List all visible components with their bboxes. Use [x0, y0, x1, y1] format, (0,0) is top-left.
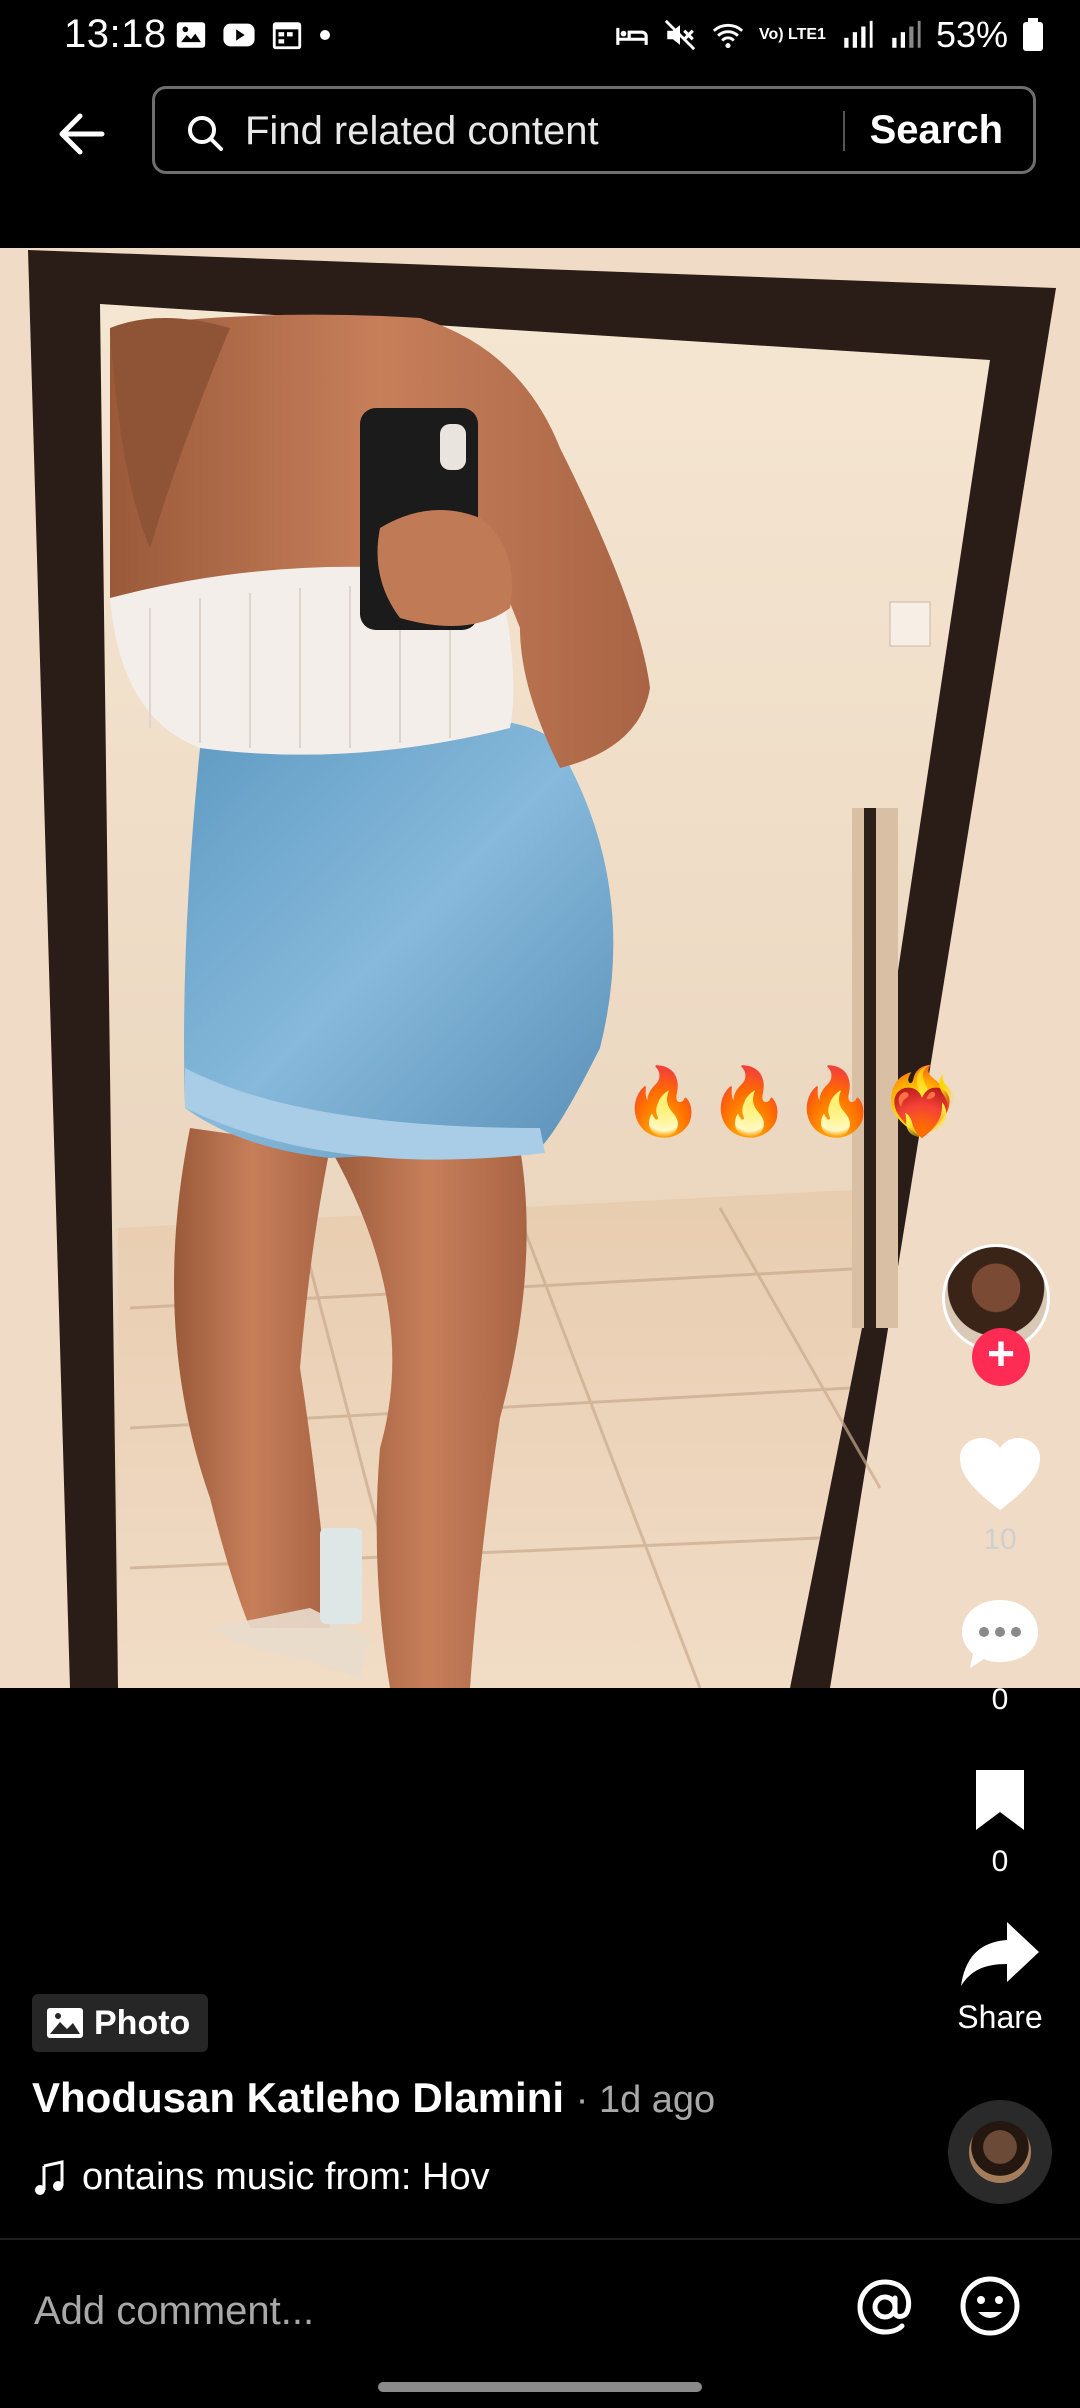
- wifi-icon: [712, 23, 744, 49]
- status-time: 13:18: [64, 12, 167, 56]
- music-disc[interactable]: [948, 2100, 1052, 2204]
- status-system-icons: Vo) LTE1 53%: [615, 14, 1044, 56]
- music-label: ontains music from: Hov: [82, 2156, 490, 2198]
- music-disc-avatar: [969, 2121, 1031, 2183]
- bookmark-action[interactable]: 0: [950, 1766, 1050, 1879]
- search-box[interactable]: Search: [152, 86, 1036, 174]
- comment-icon[interactable]: [958, 1596, 1042, 1672]
- dot-icon: [320, 30, 330, 40]
- heart-icon[interactable]: [958, 1436, 1042, 1512]
- author-name[interactable]: Vhodusan Katleho Dlamini: [32, 2074, 564, 2121]
- status-notification-icons: [174, 18, 332, 52]
- bed-icon: [616, 27, 648, 45]
- search-input[interactable]: [243, 89, 947, 173]
- battery-percent: 53%: [935, 14, 1008, 55]
- share-action[interactable]: Share: [940, 1918, 1060, 2036]
- emoji-overlay: 🔥🔥🔥❤️‍🔥: [622, 1064, 967, 1138]
- mention-icon[interactable]: [854, 2276, 916, 2338]
- back-arrow-icon[interactable]: [52, 104, 112, 164]
- creator-avatar[interactable]: +: [942, 1244, 1054, 1386]
- share-label: Share: [957, 1999, 1043, 2035]
- like-action[interactable]: 10: [950, 1436, 1050, 1557]
- search-icon: [188, 116, 223, 151]
- mirror-selfie-image: [0, 248, 1080, 1688]
- post-time: · 1d ago: [575, 2079, 716, 2121]
- author-line: Vhodusan Katleho Dlamini · 1d ago: [32, 2074, 715, 2122]
- youtube-icon: [223, 23, 255, 47]
- mute-icon: [664, 19, 696, 51]
- bookmark-icon[interactable]: [970, 1766, 1030, 1834]
- post-photo[interactable]: 🔥🔥🔥❤️‍🔥: [0, 248, 1080, 1688]
- network-type-label: Vo) LTE1: [758, 26, 826, 43]
- search-button[interactable]: Search: [870, 89, 1003, 171]
- calendar-icon: [272, 22, 302, 50]
- search-divider: [843, 111, 845, 151]
- share-icon[interactable]: [959, 1918, 1041, 1988]
- signal-icon-2: [892, 20, 921, 48]
- comment-count: 0: [991, 1683, 1009, 1716]
- like-count: 10: [983, 1523, 1017, 1556]
- photo-badge: Photo: [32, 1994, 209, 2052]
- music-note-icon: [35, 2159, 64, 2195]
- signal-icon: [844, 20, 873, 48]
- comment-action[interactable]: 0: [950, 1596, 1050, 1717]
- gallery-icon: [176, 22, 206, 48]
- home-indicator[interactable]: [378, 2382, 702, 2392]
- comment-input[interactable]: [32, 2270, 816, 2352]
- photo-icon: [47, 2008, 83, 2038]
- bookmark-count: 0: [991, 1845, 1009, 1878]
- follow-button[interactable]: +: [972, 1328, 1030, 1386]
- music-line[interactable]: ontains music from: Hov: [32, 2156, 532, 2199]
- emoji-icon[interactable]: [958, 2274, 1022, 2338]
- top-bar: Search: [0, 86, 1080, 182]
- status-bar: 13:18 Vo) LTE1 53%: [0, 0, 1080, 72]
- comment-bar: [0, 2238, 1080, 2382]
- photo-badge-label: Photo: [94, 2003, 191, 2042]
- battery-icon: [1023, 18, 1043, 51]
